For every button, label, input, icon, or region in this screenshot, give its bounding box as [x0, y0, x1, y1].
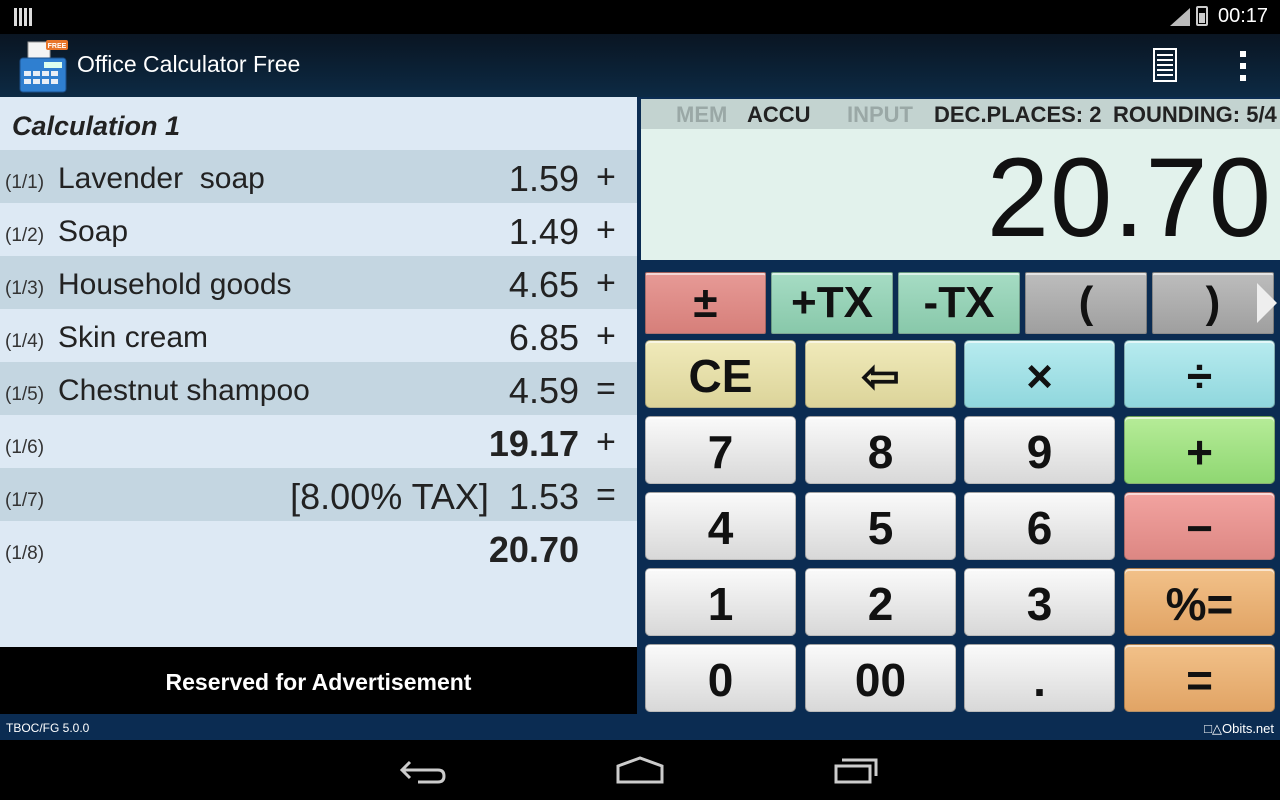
- clock: 00:17: [1218, 5, 1269, 27]
- tape-row-index: (1/1): [5, 172, 45, 193]
- open-paren-button[interactable]: (: [1025, 272, 1147, 334]
- tape-row-label: Soap: [58, 215, 129, 248]
- tape-row[interactable]: (1/3) Household goods 4.65 +: [0, 256, 637, 309]
- digit-7-button[interactable]: 7: [645, 416, 796, 484]
- tape-row-label: Household goods: [58, 268, 292, 301]
- tape-row-operator: +: [596, 423, 616, 461]
- tape-row-total[interactable]: (1/8) 20.70: [0, 521, 637, 574]
- digit-3-button[interactable]: 3: [964, 568, 1115, 636]
- app-title: Office Calculator Free: [77, 51, 301, 77]
- tape-row-index: (1/4): [5, 331, 45, 352]
- tape-row-subtotal[interactable]: (1/6) 19.17 +: [0, 415, 637, 468]
- brand-label[interactable]: □△Obits.net: [1204, 721, 1274, 737]
- advertisement-banner[interactable]: Reserved for Advertisement: [0, 647, 637, 714]
- tape-row[interactable]: (1/2) Soap 1.49 +: [0, 203, 637, 256]
- digit-8-button[interactable]: 8: [805, 416, 956, 484]
- tape-row-value: 19.17: [488, 423, 579, 464]
- notification-icon: [14, 8, 32, 26]
- tape-row-index: (1/6): [5, 437, 45, 458]
- display-value: 20.70: [986, 135, 1272, 260]
- tape-row-value: 4.65: [508, 264, 579, 305]
- tape-row-index: (1/2): [5, 225, 45, 246]
- signal-icon: [1170, 8, 1190, 26]
- digit-5-button[interactable]: 5: [805, 492, 956, 560]
- footer-strip: TBOC/FG 5.0.0 □△Obits.net: [0, 714, 1280, 740]
- tape-row-operator: +: [596, 317, 616, 355]
- backspace-button[interactable]: ⇦: [805, 340, 956, 408]
- mem-indicator: MEM: [676, 102, 728, 127]
- tape-row[interactable]: (1/4) Skin cream 6.85 +: [0, 309, 637, 362]
- minus-button[interactable]: −: [1124, 492, 1275, 560]
- tape-row-operator: +: [596, 264, 616, 302]
- calculator-display: 20.70: [641, 129, 1280, 260]
- decimal-point-button[interactable]: .: [964, 644, 1115, 712]
- tape-row-label: Chestnut shampoo: [58, 374, 310, 407]
- scroll-right-icon[interactable]: [1257, 283, 1277, 323]
- tape-row-operator: =: [596, 476, 616, 514]
- subtract-tax-button[interactable]: -TX: [898, 272, 1020, 334]
- plus-button[interactable]: +: [1124, 416, 1275, 484]
- dec-places-indicator: DEC.PLACES: 2: [934, 102, 1102, 127]
- action-bar: FREE Office Calculator Free: [0, 34, 1280, 97]
- overflow-menu-icon[interactable]: [1230, 48, 1256, 84]
- close-paren-button[interactable]: ): [1152, 272, 1274, 334]
- app-logo-icon: FREE: [19, 40, 68, 93]
- tape-row-value: 1.59: [508, 158, 579, 199]
- app-badge: FREE: [48, 43, 67, 50]
- version-label: TBOC/FG 5.0.0: [6, 721, 90, 735]
- recent-apps-icon[interactable]: [830, 754, 882, 786]
- tape-row-value: 1.49: [508, 211, 579, 252]
- home-icon[interactable]: [614, 754, 666, 786]
- calculation-tape: Calculation 1 (1/1) Lavender soap 1.59 +…: [0, 97, 637, 647]
- tape-row-index: (1/5): [5, 384, 45, 405]
- tape-row-value: 4.59: [508, 370, 579, 411]
- tape-row-tax[interactable]: (1/7) [8.00% TAX] 1.53 =: [0, 468, 637, 521]
- tape-row-index: (1/7): [5, 490, 45, 511]
- tape-row-index: (1/8): [5, 543, 45, 564]
- tape-row-index: (1/3): [5, 278, 45, 299]
- plus-minus-button[interactable]: ±: [645, 272, 766, 334]
- status-bar: 00:17: [0, 0, 1280, 34]
- digit-2-button[interactable]: 2: [805, 568, 956, 636]
- tape-row-operator: +: [596, 211, 616, 249]
- tape-row-label: Skin cream: [58, 321, 209, 354]
- input-indicator: INPUT: [847, 102, 913, 127]
- digit-9-button[interactable]: 9: [964, 416, 1115, 484]
- tape-row-value: [8.00% TAX] 1.53: [290, 476, 579, 517]
- divide-button[interactable]: ÷: [1124, 340, 1275, 408]
- percent-equals-button[interactable]: %=: [1124, 568, 1275, 636]
- digit-0-button[interactable]: 0: [645, 644, 796, 712]
- tape-row-value: 6.85: [508, 317, 579, 358]
- clear-entry-button[interactable]: CE: [645, 340, 796, 408]
- multiply-button[interactable]: ×: [964, 340, 1115, 408]
- battery-icon: [1196, 6, 1208, 26]
- back-icon[interactable]: [398, 754, 450, 786]
- tape-row[interactable]: (1/5) Chestnut shampoo 4.59 =: [0, 362, 637, 415]
- accu-indicator: ACCU: [747, 102, 811, 127]
- tape-row-operator: +: [596, 158, 616, 196]
- digit-1-button[interactable]: 1: [645, 568, 796, 636]
- system-nav-bar: [0, 740, 1280, 800]
- tape-list-icon[interactable]: [1152, 48, 1178, 82]
- digit-4-button[interactable]: 4: [645, 492, 796, 560]
- tape-row-value: 20.70: [488, 529, 579, 570]
- add-tax-button[interactable]: +TX: [771, 272, 893, 334]
- digit-6-button[interactable]: 6: [964, 492, 1115, 560]
- rounding-indicator: ROUNDING: 5/4: [1113, 102, 1277, 127]
- double-zero-button[interactable]: 00: [805, 644, 956, 712]
- calculation-title: Calculation 1: [12, 111, 181, 141]
- tape-row-operator: =: [596, 370, 616, 408]
- calculator-status-line: MEM ACCU INPUT DEC.PLACES: 2 ROUNDING: 5…: [641, 99, 1280, 129]
- equals-button[interactable]: =: [1124, 644, 1275, 712]
- tape-row-label: Lavender soap: [58, 162, 265, 195]
- tape-row[interactable]: (1/1) Lavender soap 1.59 +: [0, 150, 637, 203]
